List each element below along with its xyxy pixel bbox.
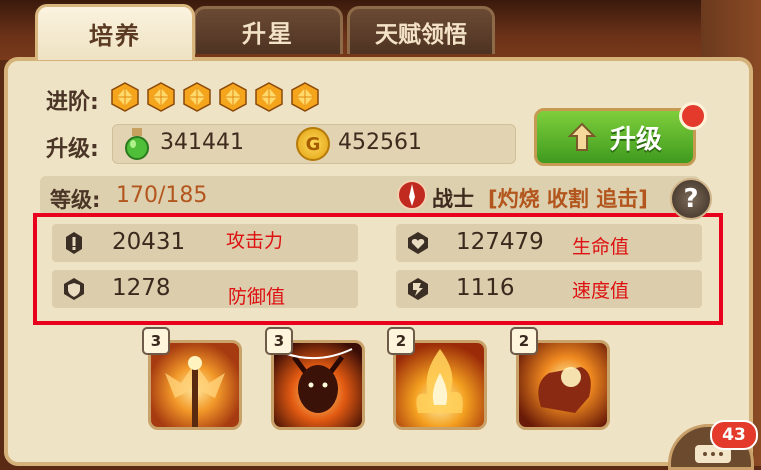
advance-gem-icon — [291, 82, 319, 112]
level-value: 170/185 — [116, 183, 208, 208]
notification-dot — [679, 102, 707, 130]
level-label: 等级: — [50, 188, 101, 212]
advance-label: 进阶: — [46, 90, 99, 115]
skill-4-level: 2 — [510, 327, 538, 355]
gold-amount: 452561 — [338, 130, 422, 155]
flame-pillar-icon — [416, 349, 463, 413]
upgrade-button[interactable]: 升级 — [534, 108, 696, 166]
tab-cultivate[interactable]: 培养 — [35, 4, 195, 60]
warrior-class-icon — [397, 180, 427, 210]
gold-coin-icon: G — [296, 127, 330, 161]
advance-gem-icon — [255, 82, 283, 112]
advance-gem-icon — [183, 82, 211, 112]
fire-fist-icon — [538, 367, 591, 413]
class-traits: [灼烧 收割 追击] — [488, 187, 648, 211]
demon-fire-icon — [283, 348, 353, 413]
skill-2-level: 3 — [265, 327, 293, 355]
potion-amount: 341441 — [160, 130, 244, 155]
potion-icon — [125, 128, 149, 160]
chat-unread-badge: 43 — [710, 420, 758, 450]
skill-1-level: 3 — [142, 327, 170, 355]
tab-talent[interactable]: 天赋领悟 — [347, 6, 495, 54]
advance-gem-icon — [219, 82, 247, 112]
upgrade-label: 升级: — [46, 137, 99, 162]
class-name: 战士 — [432, 187, 474, 211]
stats-highlight-frame — [33, 213, 723, 325]
staff-wings-icon — [165, 356, 225, 427]
tab-star-up[interactable]: 升星 — [193, 6, 343, 54]
upgrade-button-label: 升级 — [609, 124, 662, 155]
advance-gem-icon — [111, 82, 139, 112]
help-button[interactable]: ? — [670, 178, 712, 220]
skill-3-level: 2 — [387, 327, 415, 355]
arrow-up-icon — [567, 122, 596, 151]
advance-gem-icon — [147, 82, 175, 112]
